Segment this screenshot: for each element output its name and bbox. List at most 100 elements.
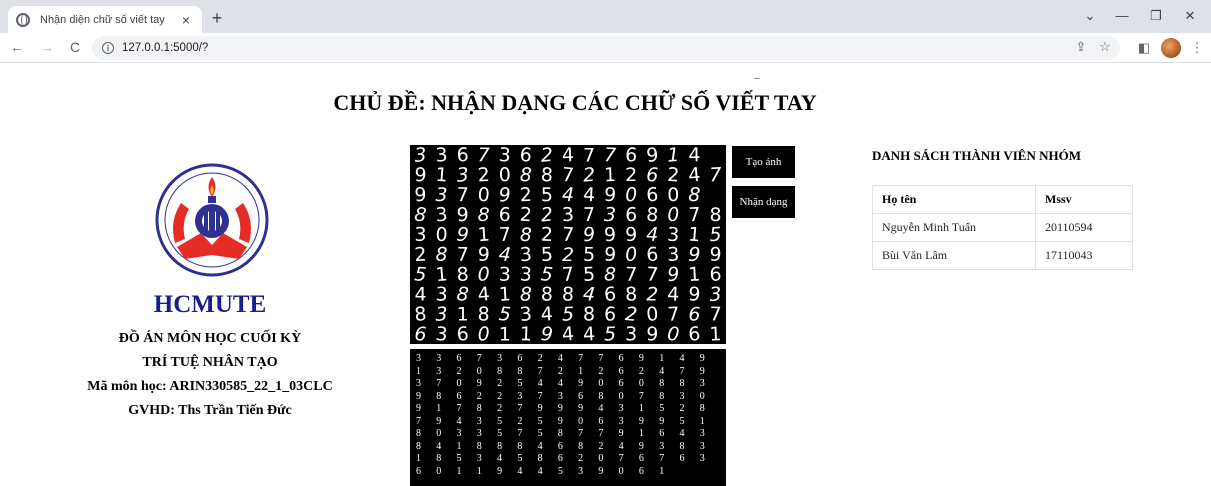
predicted-digit: 7 bbox=[517, 403, 523, 414]
predicted-digit: 3 bbox=[476, 415, 482, 427]
create-image-button[interactable]: Tạo ảnh bbox=[732, 146, 795, 178]
predicted-digit: 7 bbox=[578, 353, 584, 364]
new-tab-button[interactable]: + bbox=[206, 9, 228, 27]
predicted-digit: 0 bbox=[598, 378, 604, 389]
predicted-digit: 7 bbox=[659, 453, 665, 464]
predicted-digit: 7 bbox=[598, 428, 604, 439]
member-id: 17110043 bbox=[1035, 241, 1133, 270]
predicted-digit: 3 bbox=[578, 465, 584, 477]
predicted-digit: 4 bbox=[598, 403, 604, 414]
browser-menu-icon[interactable]: ⋮ bbox=[1188, 40, 1206, 56]
predicted-digit: 4 bbox=[618, 440, 624, 452]
predicted-digit: 3 bbox=[416, 378, 421, 389]
predicted-digit: 5 bbox=[537, 415, 543, 427]
predicted-digit: 5 bbox=[456, 453, 462, 464]
profile-avatar[interactable] bbox=[1161, 38, 1181, 58]
predicted-digit: 4 bbox=[537, 378, 543, 389]
predicted-digit: 8 bbox=[557, 428, 563, 439]
predicted-digit: 8 bbox=[598, 390, 604, 402]
predicted-digit: 8 bbox=[517, 365, 523, 377]
predicted-digit: 1 bbox=[456, 440, 462, 452]
predicted-digit: 0 bbox=[618, 390, 624, 402]
bookmark-star-icon[interactable]: ☆ bbox=[1096, 39, 1114, 55]
predicted-digit: 3 bbox=[618, 403, 624, 414]
window-close-icon[interactable]: ✕ bbox=[1180, 8, 1200, 24]
predicted-digit: 1 bbox=[456, 465, 462, 477]
predicted-digit: 3 bbox=[436, 365, 442, 377]
reload-icon[interactable]: C bbox=[66, 39, 84, 55]
forward-arrow-icon[interactable]: → bbox=[38, 39, 56, 55]
predicted-digit: 8 bbox=[416, 440, 421, 452]
predicted-digit: 3 bbox=[699, 378, 705, 389]
handwritten-digit: 3 bbox=[435, 323, 449, 344]
predicted-digit: 5 bbox=[497, 415, 503, 427]
predicted-digit: 3 bbox=[476, 453, 482, 464]
handwritten-digit: 6 bbox=[414, 323, 427, 344]
predicted-digit: 2 bbox=[456, 365, 462, 377]
predicted-digit: 9 bbox=[598, 465, 604, 477]
project-info: HCMUTE ĐỒ ÁN MÔN HỌC CUỐI KỲ TRÍ TUỆ NHÂ… bbox=[60, 290, 360, 423]
url-text: 127.0.0.1:5000/? bbox=[122, 42, 209, 54]
predicted-digit: 0 bbox=[699, 390, 705, 402]
predicted-digit: 9 bbox=[699, 353, 705, 364]
predicted-digit: 5 bbox=[557, 465, 563, 477]
predicted-digit: 0 bbox=[436, 465, 442, 477]
recognize-button[interactable]: Nhận dạng bbox=[732, 186, 795, 218]
predicted-digit: 4 bbox=[557, 353, 563, 364]
predicted-digit: 4 bbox=[456, 415, 462, 427]
back-arrow-icon[interactable]: ← bbox=[8, 39, 26, 55]
info-line-code: Mã môn học: ARIN330585_22_1_03CLC bbox=[87, 379, 333, 394]
predicted-digit: 2 bbox=[497, 390, 503, 402]
handwritten-digit: 1 bbox=[519, 323, 532, 344]
browser-toolbar: ← → C i 127.0.0.1:5000/? ⇪ ☆ ◧ ⋮ bbox=[0, 33, 1211, 63]
predicted-digit: 3 bbox=[517, 390, 523, 402]
predicted-digit: 2 bbox=[557, 365, 563, 377]
predicted-digit: 3 bbox=[456, 428, 462, 439]
predicted-digit: 6 bbox=[456, 353, 462, 364]
predicted-digit: 6 bbox=[679, 453, 685, 464]
predicted-digit: 7 bbox=[618, 453, 624, 464]
predicted-digit: 6 bbox=[618, 378, 624, 389]
members-title: DANH SÁCH THÀNH VIÊN NHÓM bbox=[872, 148, 1081, 163]
tab-search-icon[interactable]: ⌄ bbox=[1080, 8, 1100, 24]
predicted-digit: 2 bbox=[537, 353, 543, 364]
predicted-digit: 0 bbox=[436, 428, 442, 439]
hcmute-logo bbox=[155, 163, 269, 277]
predicted-digit: 2 bbox=[638, 365, 644, 377]
close-tab-icon[interactable]: × bbox=[178, 12, 194, 28]
handwritten-digit: 1 bbox=[709, 323, 722, 344]
predicted-digit: 4 bbox=[537, 465, 543, 477]
handwritten-digit: 3 bbox=[625, 323, 637, 344]
predicted-digit: 1 bbox=[659, 465, 665, 477]
restore-icon[interactable]: ❐ bbox=[1146, 8, 1166, 24]
browser-tab[interactable]: Nhận diện chữ số viết tay × bbox=[8, 6, 202, 33]
address-bar[interactable]: i 127.0.0.1:5000/? ⇪ ☆ bbox=[92, 36, 1120, 60]
side-panel-icon[interactable]: ◧ bbox=[1135, 40, 1153, 56]
predicted-digit: 6 bbox=[578, 390, 584, 402]
predicted-digit: 9 bbox=[497, 465, 503, 477]
predicted-digit: 6 bbox=[618, 353, 624, 364]
predicted-digit: 7 bbox=[517, 428, 523, 439]
predicted-digit: 4 bbox=[517, 465, 523, 477]
predicted-digit: 6 bbox=[638, 465, 644, 477]
predicted-digit: 9 bbox=[699, 365, 705, 377]
predicted-digit: 8 bbox=[679, 440, 685, 452]
minimize-icon[interactable]: — bbox=[1112, 8, 1132, 24]
predicted-digit: 6 bbox=[618, 365, 624, 377]
site-info-icon[interactable]: i bbox=[102, 42, 114, 54]
handwritten-digit: 4 bbox=[561, 323, 575, 344]
member-name: Nguyễn Minh Tuấn bbox=[872, 213, 1036, 242]
predicted-digit: 6 bbox=[557, 440, 563, 452]
table-row: Bùi Văn Lâm 17110043 bbox=[872, 241, 1133, 270]
predicted-digit: 8 bbox=[659, 378, 665, 389]
predicted-labels-grid: 3367362477691491320887212624793709254490… bbox=[410, 349, 726, 486]
predicted-digit: 6 bbox=[659, 428, 665, 439]
tab-title: Nhận diện chữ số viết tay bbox=[40, 13, 165, 26]
predicted-digit: 9 bbox=[436, 415, 442, 427]
predicted-digit: 0 bbox=[578, 415, 584, 427]
predicted-digit: 4 bbox=[679, 353, 685, 364]
predicted-digit: 0 bbox=[456, 378, 462, 389]
predicted-digit: 7 bbox=[638, 390, 644, 402]
predicted-digit: 5 bbox=[517, 378, 523, 389]
share-icon[interactable]: ⇪ bbox=[1072, 39, 1090, 55]
